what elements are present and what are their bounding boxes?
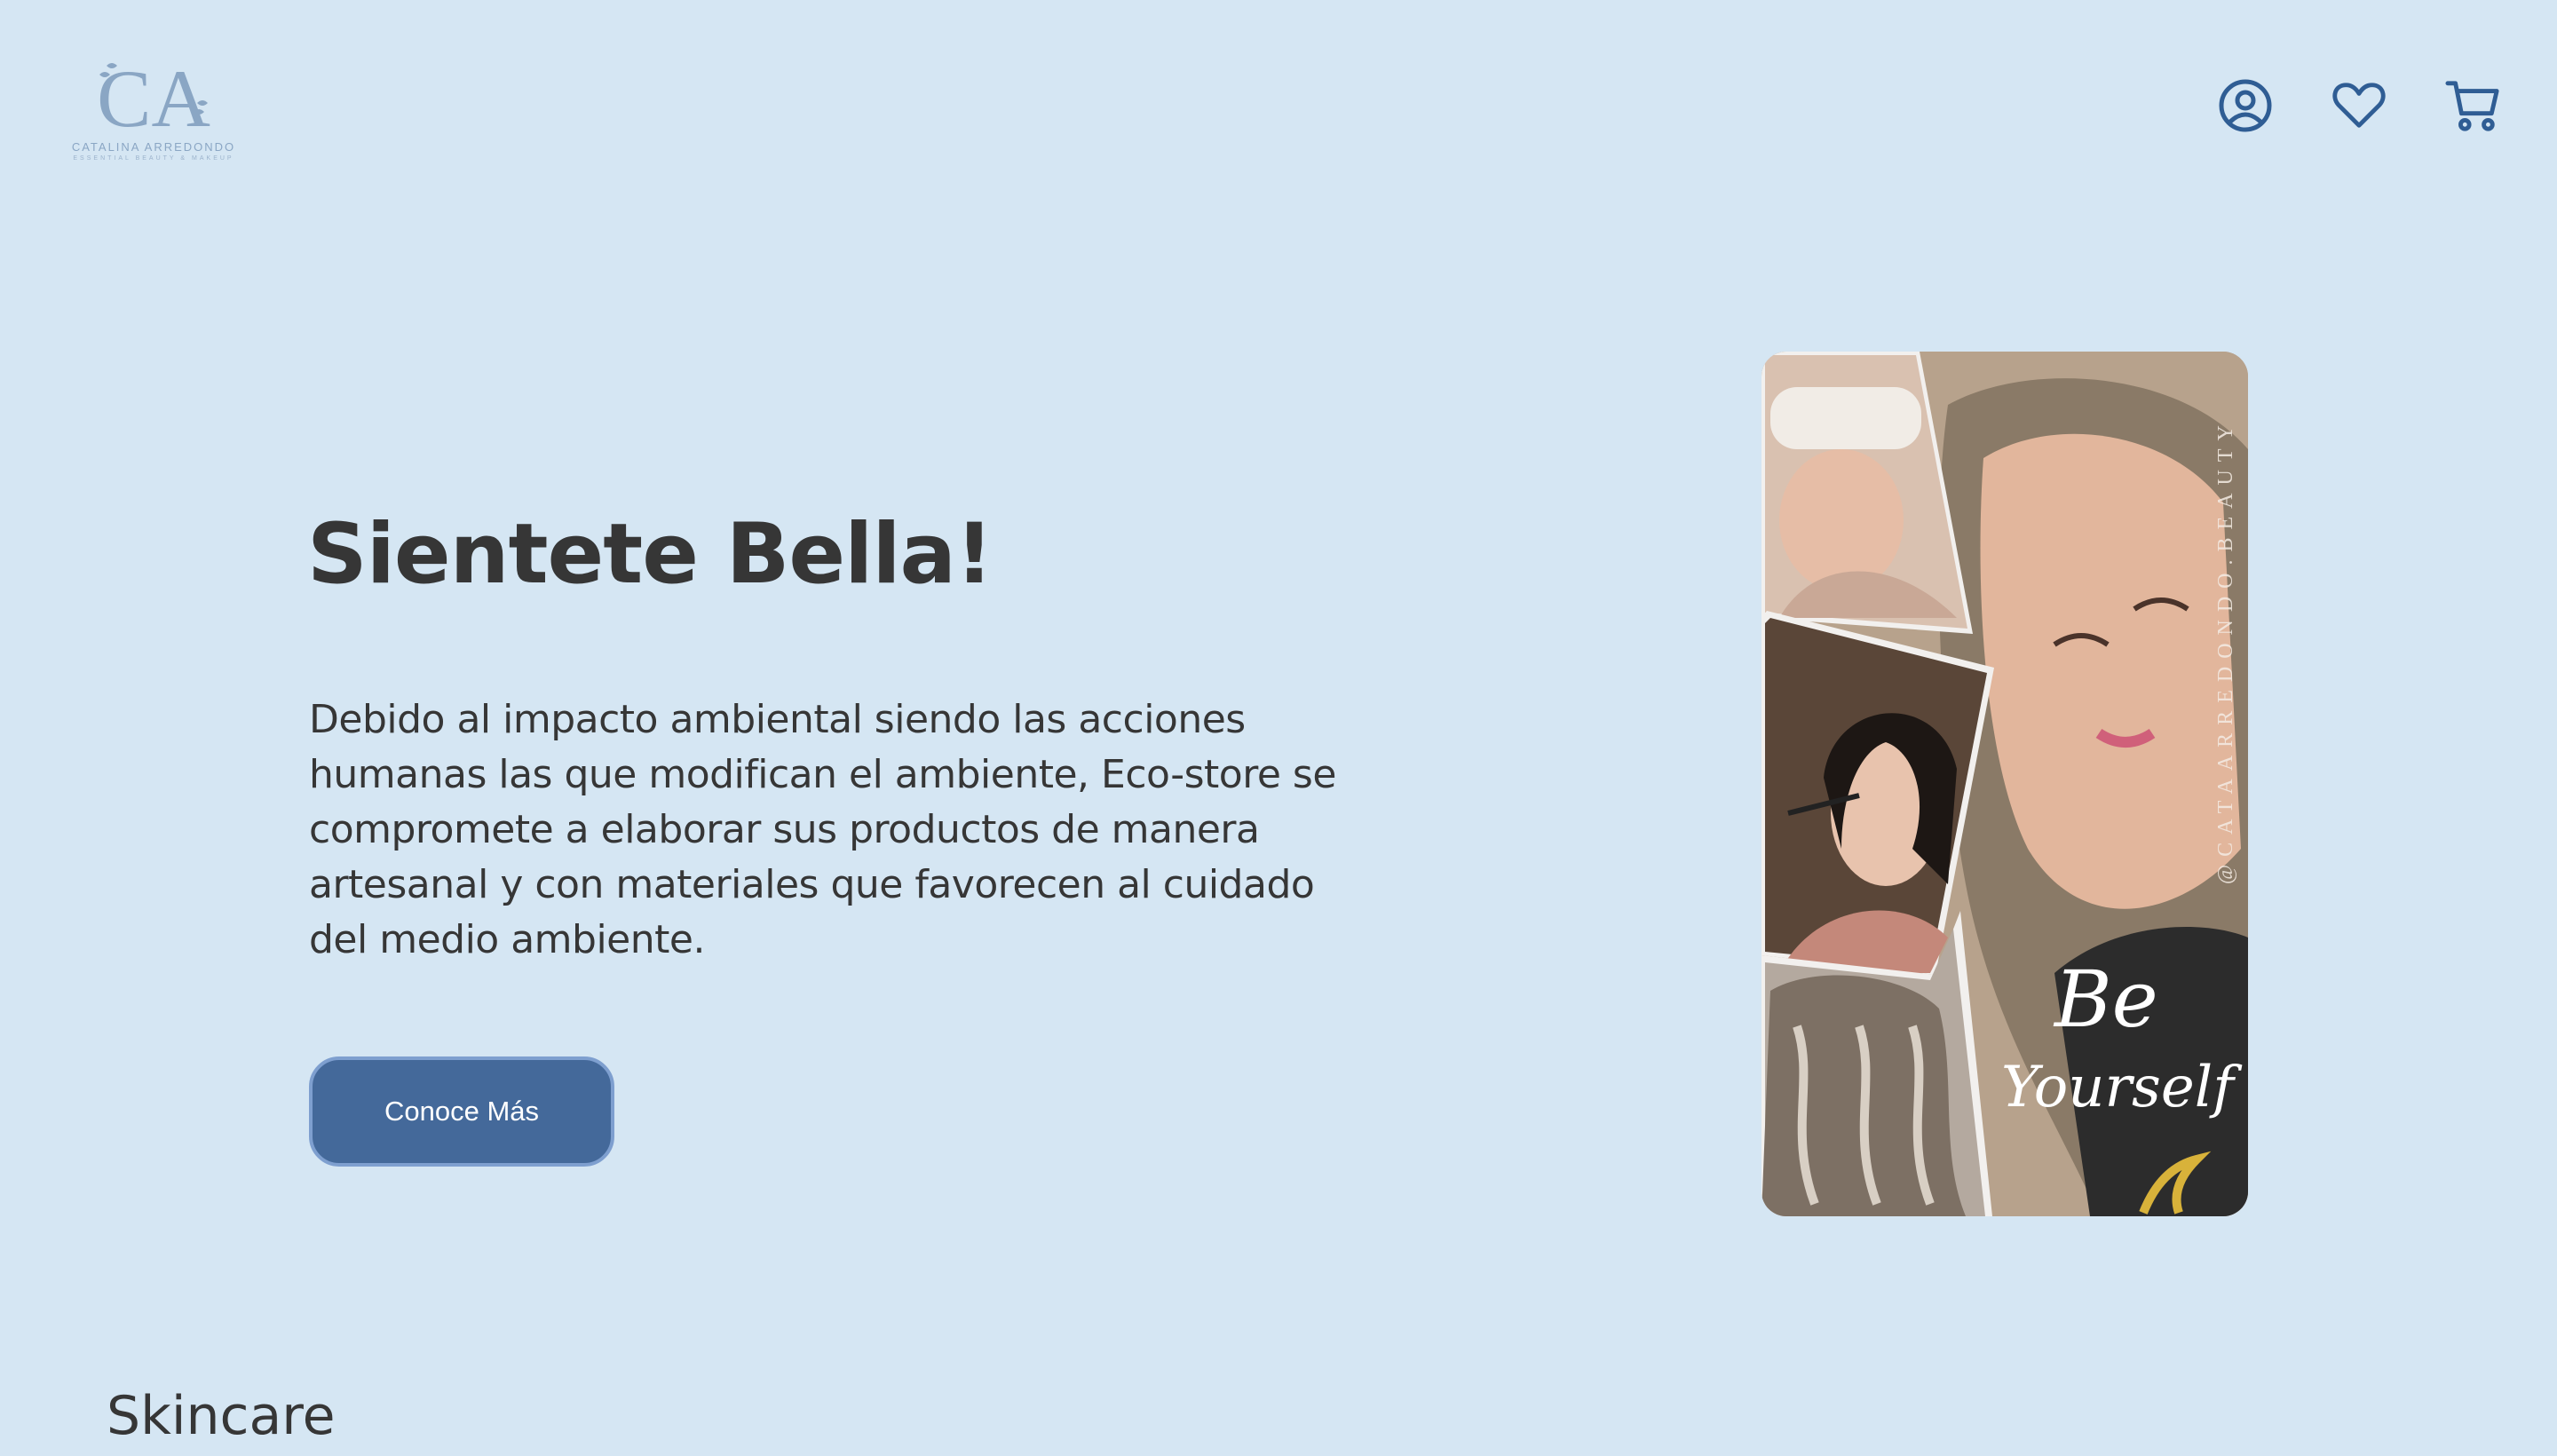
learn-more-button[interactable]: Conoce Más xyxy=(309,1056,614,1167)
skincare-section-title: Skincare xyxy=(107,1385,336,1447)
logo-tagline: ESSENTIAL BEAUTY & MAKEUP xyxy=(73,155,234,162)
collage-watermark: @CATAARREDONDO.BEAUTY xyxy=(2214,417,2237,884)
hero-photo-collage: @CATAARREDONDO.BEAUTY Be Yourself xyxy=(1761,352,2248,1216)
collage-script-be: Be xyxy=(2053,954,2158,1045)
user-circle-icon xyxy=(2219,79,2272,132)
brand-logo[interactable]: CA CATALINA ARREDONDO ESSENTIAL BEAUTY &… xyxy=(71,55,236,170)
cart-button[interactable] xyxy=(2445,78,2500,133)
hero-title: Sientete Bella! xyxy=(307,506,994,603)
cart-icon xyxy=(2445,81,2499,131)
logo-monogram: CA xyxy=(71,55,236,140)
wishlist-button[interactable] xyxy=(2331,78,2387,133)
site-header: CA CATALINA ARREDONDO ESSENTIAL BEAUTY &… xyxy=(0,0,2557,222)
logo-monogram-text: CA xyxy=(97,55,210,140)
hero-description: Debido al impacto ambiental siendo las a… xyxy=(309,697,1336,962)
heart-icon xyxy=(2332,83,2386,128)
collage-script-yourself: Yourself xyxy=(2001,1055,2243,1120)
header-actions xyxy=(2218,78,2500,133)
account-button[interactable] xyxy=(2218,78,2273,133)
logo-brand-name: CATALINA ARREDONDO xyxy=(71,140,236,154)
